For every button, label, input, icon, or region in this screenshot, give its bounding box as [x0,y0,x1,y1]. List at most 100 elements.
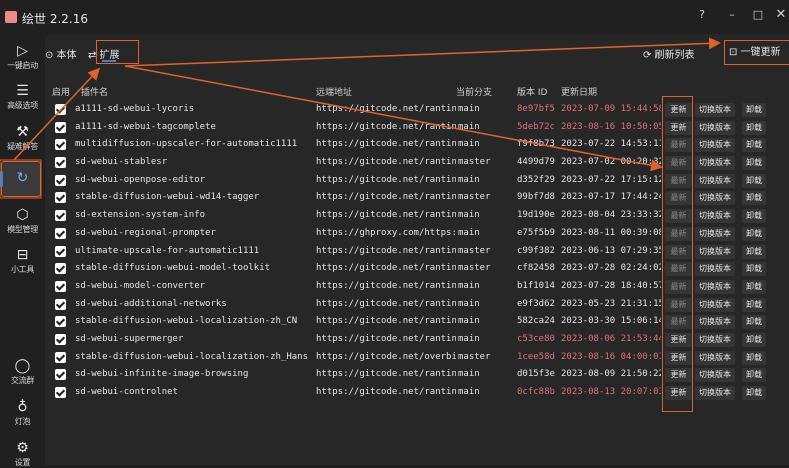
close-button[interactable]: ✕ [768,6,789,24]
version-id: 5deb72c [517,121,555,132]
uninstall-button[interactable]: 卸载 [742,138,766,153]
enabled-checkbox[interactable] [55,104,66,115]
switch-version-button[interactable]: 切换版本 [695,262,735,277]
enabled-checkbox[interactable] [55,351,66,363]
update-date: 2023-08-16 04:00:01 [561,351,661,362]
switch-version-button[interactable]: 切换版本 [695,226,735,241]
switch-version-button[interactable]: 切换版本 [695,279,735,294]
switch-version-button[interactable]: 切换版本 [695,332,735,347]
toolbox-icon: ⊟ [16,247,29,263]
remote-url: https://gitcode.net/ranting [316,210,456,221]
enabled-checkbox[interactable] [55,298,66,310]
cube-icon: ⬡ [16,207,29,223]
uninstall-button[interactable]: 卸载 [742,103,766,117]
uninstall-button[interactable]: 卸载 [742,279,766,294]
sidebar-item-models[interactable]: ⬡ 模型管理 [0,206,45,235]
sidebar-item-launch[interactable]: ▷ 一键启动 [0,42,45,71]
remote-url: https://gitcode.net/ranting [316,387,456,397]
switch-version-button[interactable]: 切换版本 [695,103,735,117]
sidebar-item-versions[interactable]: ↻ [0,169,45,187]
enabled-checkbox[interactable] [55,280,66,292]
enabled-checkbox[interactable] [55,387,66,398]
update-all-button[interactable]: ⊡ 一键更新 [724,40,789,65]
extension-name: sd-extension-system-info [75,210,206,221]
branch: main [458,316,480,327]
version-id: 19d190e [517,210,555,221]
uninstall-button[interactable]: 卸载 [742,120,766,135]
enabled-checkbox[interactable] [55,316,66,328]
sidebar-item-advanced[interactable]: ☰ 高级选项 [0,82,45,111]
tab-active-indicator [102,60,116,62]
switch-version-button[interactable]: 切换版本 [695,173,735,188]
sidebar-item-community[interactable]: ◯ 交流群 [0,357,45,386]
uninstall-button[interactable]: 卸载 [742,209,766,224]
refresh-list-button[interactable]: ⟳ 刷新列表 [643,46,695,61]
uninstall-button[interactable]: 卸载 [742,244,766,259]
switch-version-button[interactable]: 切换版本 [695,386,735,400]
sidebar-item-label: 疑难解答 [7,142,38,151]
tab-local[interactable]: ⊙ 本体 [45,46,77,61]
update-date: 2023-05-23 21:31:15 [561,298,661,309]
switch-version-button[interactable]: 切换版本 [695,209,735,224]
sliders-icon: ☰ [16,83,29,99]
switch-version-button[interactable]: 切换版本 [695,297,735,312]
sidebar-item-settings[interactable]: ⚙ 设置 [0,439,45,468]
enabled-checkbox[interactable] [55,333,66,345]
enabled-checkbox[interactable] [55,174,66,186]
enabled-checkbox[interactable] [55,157,66,169]
uninstall-button[interactable]: 卸载 [742,173,766,188]
branch: main [458,280,480,291]
uninstall-button[interactable]: 卸载 [742,297,766,312]
uninstall-button[interactable]: 卸载 [742,350,766,365]
remote-url: https://gitcode.net/ranting [316,121,456,132]
switch-version-button[interactable]: 切换版本 [695,315,735,330]
version-id: 582ca24 [517,316,555,327]
enabled-checkbox[interactable] [55,121,66,133]
sidebar-item-bulb[interactable]: ♁ 灯泡 [0,398,45,427]
history-icon: ↻ [16,170,29,186]
remote-url: https://gitcode.net/ranting [316,298,456,309]
sidebar-item-label: 一键启动 [7,61,38,70]
version-id: c99f382 [517,245,555,256]
enabled-checkbox[interactable] [55,139,66,151]
enabled-checkbox[interactable] [55,369,66,381]
uninstall-button[interactable]: 卸载 [742,226,766,241]
version-id: d352f29 [517,174,555,185]
enabled-checkbox[interactable] [55,210,66,222]
switch-version-button[interactable]: 切换版本 [695,120,735,135]
uninstall-button[interactable]: 卸载 [742,386,766,400]
tab-extensions[interactable]: ⇄ 扩展 [88,46,120,61]
switch-version-button[interactable]: 切换版本 [695,156,735,171]
uninstall-button[interactable]: 卸载 [742,315,766,330]
branch: main [458,174,480,185]
enabled-checkbox[interactable] [55,192,66,204]
uninstall-button[interactable]: 卸载 [742,368,766,383]
update-date: 2023-06-13 07:29:35 [561,245,661,256]
minimize-button[interactable]: – [719,6,745,24]
update-date: 2023-08-11 00:39:08 [561,227,661,238]
switch-version-button[interactable]: 切换版本 [695,368,735,383]
branch: main [458,227,480,238]
enabled-checkbox[interactable] [55,227,66,239]
update-date: 2023-07-22 17:15:12 [561,174,661,185]
uninstall-button[interactable]: 卸载 [742,262,766,277]
remote-url: https://gitcode.net/ranting [316,192,456,203]
help-button[interactable]: ? [689,6,715,24]
remote-url: https://gitcode.net/ranting [316,104,456,114]
enabled-checkbox[interactable] [55,263,66,275]
switch-version-button[interactable]: 切换版本 [695,244,735,259]
sidebar-item-tools[interactable]: ⊟ 小工具 [0,246,45,275]
uninstall-button[interactable]: 卸载 [742,191,766,206]
sidebar-item-label: 小工具 [10,265,35,274]
uninstall-button[interactable]: 卸载 [742,156,766,171]
switch-version-button[interactable]: 切换版本 [695,138,735,153]
sidebar-item-troubleshoot[interactable]: ⚒ 疑难解答 [0,123,45,152]
remote-url: https://gitcode.net/ranting [316,245,456,256]
switch-version-button[interactable]: 切换版本 [695,350,735,365]
version-id: 99bf7d8 [517,192,555,203]
switch-version-button[interactable]: 切换版本 [695,191,735,206]
enabled-checkbox[interactable] [55,245,66,257]
uninstall-button[interactable]: 卸载 [742,332,766,347]
branch: master [458,351,491,362]
remote-url: https://gitcode.net/ranting [316,157,456,168]
